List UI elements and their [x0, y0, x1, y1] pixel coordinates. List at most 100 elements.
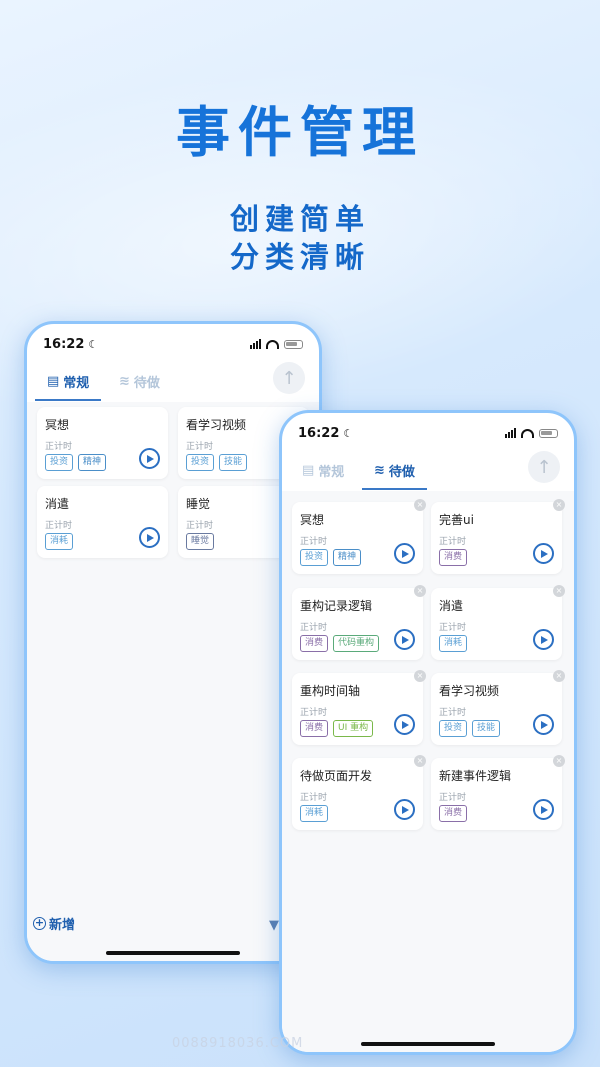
event-card[interactable]: × 重构记录逻辑 正计时 消费 代码重构 — [292, 585, 426, 660]
tag-chip: 投资 — [300, 549, 329, 566]
tab-regular[interactable]: ▤ 常规 — [35, 372, 102, 401]
event-card[interactable]: 冥想 正计时 投资 精神 — [37, 407, 168, 479]
tab-regular[interactable]: ▤ 常规 — [302, 461, 344, 480]
home-indicator — [361, 1042, 495, 1046]
tab-label: 待做 — [133, 376, 160, 391]
event-card[interactable]: × 消遣 正计时 消耗 — [431, 585, 565, 660]
play-icon[interactable] — [139, 448, 160, 469]
card-title: 睡觉 — [186, 497, 211, 511]
tab-label: 常规 — [318, 465, 345, 480]
tag-chip: 消费 — [439, 549, 468, 566]
battery-icon — [539, 428, 558, 438]
play-icon[interactable] — [394, 714, 415, 735]
watermark: 0088918036.COM — [172, 1036, 304, 1051]
event-card[interactable]: × 新建事件逻辑 正计时 消费 — [431, 755, 565, 830]
plus-circle-icon: + — [33, 916, 46, 930]
tag-chip: 精神 — [78, 454, 107, 471]
battery-icon — [284, 339, 303, 349]
card-mode: 正计时 — [439, 793, 467, 803]
card-title: 重构记录逻辑 — [300, 599, 373, 613]
signal-icon — [505, 428, 516, 438]
list-icon: ▤ — [302, 463, 315, 478]
play-icon[interactable] — [533, 629, 554, 650]
arrow-up-icon: ↑ — [281, 367, 297, 389]
status-bar: 16:22 ☾ — [298, 423, 558, 443]
tagline-2: 分类清晰 — [229, 240, 370, 274]
card-mode: 正计时 — [300, 793, 328, 803]
event-card[interactable]: × 重构时间轴 正计时 消费 UI 重构 — [292, 670, 426, 745]
close-icon[interactable]: × — [414, 585, 426, 597]
tagline-1: 创建简单 — [229, 202, 370, 236]
tab-underline — [35, 399, 102, 401]
tag-chip: 技能 — [472, 720, 501, 737]
tab-todo[interactable]: ≋ 待做 — [362, 461, 427, 490]
tag-chip: 消费 — [439, 805, 468, 822]
status-time: 16:22 — [43, 336, 85, 352]
close-icon[interactable]: × — [414, 755, 426, 767]
tag-chip: 投资 — [186, 454, 215, 471]
tag-chip: 投资 — [439, 720, 468, 737]
card-title: 消遣 — [439, 599, 464, 613]
card-title: 冥想 — [300, 513, 325, 527]
tab-label: 常规 — [63, 376, 90, 391]
layers-icon: ≋ — [374, 463, 385, 478]
phone-todo-tab: 16:22 ☾ ▤ 常规 ≋ 待做 ↑ × 冥想 正计时 投资 精神 × 完善u… — [279, 410, 577, 1055]
tag-chip: 精神 — [333, 549, 362, 566]
scroll-top-button[interactable]: ↑ — [273, 362, 305, 394]
event-card[interactable]: × 看学习视频 正计时 投资 技能 — [431, 670, 565, 745]
tag-chip: 睡觉 — [186, 533, 215, 550]
card-title: 看学习视频 — [186, 418, 247, 432]
status-time: 16:22 — [298, 425, 340, 441]
scroll-top-button[interactable]: ↑ — [528, 451, 560, 483]
layers-icon: ≋ — [119, 374, 130, 389]
play-icon[interactable] — [394, 799, 415, 820]
close-icon[interactable]: × — [414, 670, 426, 682]
play-icon[interactable] — [394, 543, 415, 564]
tag-chip: 消费 — [300, 720, 329, 737]
event-card[interactable]: × 待做页面开发 正计时 消耗 — [292, 755, 426, 830]
card-mode: 正计时 — [300, 537, 328, 547]
play-icon[interactable] — [394, 629, 415, 650]
play-icon[interactable] — [533, 543, 554, 564]
event-card[interactable]: × 冥想 正计时 投资 精神 — [292, 499, 426, 574]
tag-chip: 消耗 — [45, 533, 74, 550]
tag-chip: 代码重构 — [333, 635, 380, 652]
status-bar: 16:22 ☾ — [43, 334, 303, 354]
tag-chip: 消费 — [300, 635, 329, 652]
add-new-label: 新增 — [49, 918, 76, 933]
card-mode: 正计时 — [45, 521, 73, 531]
home-indicator — [106, 951, 240, 955]
tag-chip: 技能 — [219, 454, 248, 471]
tag-chip: 投资 — [45, 454, 74, 471]
card-mode: 正计时 — [439, 708, 467, 718]
close-icon[interactable]: × — [553, 499, 565, 511]
tab-todo[interactable]: ≋ 待做 — [119, 372, 160, 391]
list-icon: ▤ — [47, 374, 60, 389]
card-mode: 正计时 — [45, 442, 73, 452]
event-card[interactable]: × 完善ui 正计时 消费 — [431, 499, 565, 574]
headline: 事件管理 — [176, 100, 424, 164]
add-new-button[interactable]: + 新增 — [33, 914, 75, 933]
card-mode: 正计时 — [439, 623, 467, 633]
moon-icon: ☾ — [343, 426, 354, 440]
play-icon[interactable] — [533, 799, 554, 820]
event-card[interactable]: 消遣 正计时 消耗 — [37, 486, 168, 558]
play-icon[interactable] — [533, 714, 554, 735]
card-mode: 正计时 — [186, 442, 214, 452]
filter-icon[interactable]: ▼ — [269, 918, 279, 933]
wifi-icon — [266, 339, 279, 349]
close-icon[interactable]: × — [414, 499, 426, 511]
close-icon[interactable]: × — [553, 585, 565, 597]
tab-underline — [362, 488, 427, 490]
phone-regular-tab: 16:22 ☾ ▤ 常规 ≋ 待做 ↑ 冥想 正计时 投资 精神 看学习视频 正 — [24, 321, 322, 964]
wifi-icon — [521, 428, 534, 438]
close-icon[interactable]: × — [553, 670, 565, 682]
card-mode: 正计时 — [300, 623, 328, 633]
signal-icon — [250, 339, 261, 349]
close-icon[interactable]: × — [553, 755, 565, 767]
card-title: 待做页面开发 — [300, 769, 373, 783]
card-mode: 正计时 — [186, 521, 214, 531]
tag-chip: 消耗 — [300, 805, 329, 822]
card-title: 冥想 — [45, 418, 70, 432]
play-icon[interactable] — [139, 527, 160, 548]
